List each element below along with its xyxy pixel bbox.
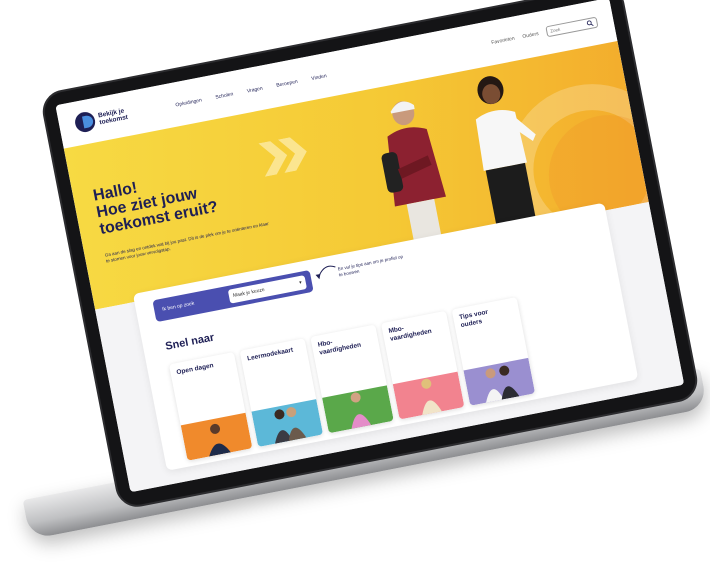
nav-item-vinden[interactable]: Vinden (311, 73, 327, 82)
nav-item-vragen[interactable]: Vragen (246, 86, 263, 95)
search-input[interactable]: Zoek (545, 16, 599, 38)
quicklink-card-leermodekaart[interactable]: Leermodekaart (239, 338, 324, 448)
product-mockup: Bekijk je toekomst Opleidingen Scholen V… (0, 0, 710, 542)
nav-item-beroepen[interactable]: Beroepen (276, 79, 298, 89)
utility-nav: Favorieten Ouders Zoek (490, 16, 599, 48)
favorites-link[interactable]: Favorieten (491, 35, 515, 45)
site-logo[interactable]: Bekijk je toekomst (73, 103, 136, 134)
quicklink-card-hbo-vaardigheden[interactable]: Hbo- vaardigheden (310, 324, 394, 434)
search-icon[interactable] (586, 19, 594, 27)
cta-label: Ik ben op zoek (161, 300, 195, 313)
card-label: Hbo- vaardigheden (317, 338, 362, 357)
logo-text: Bekijk je toekomst (97, 107, 129, 127)
card-label: Open dagen (175, 362, 215, 377)
card-label: Leermodekaart (246, 346, 294, 363)
nav-item-scholen[interactable]: Scholen (215, 91, 234, 100)
quicklink-card-mbo-vaardigheden[interactable]: Mbo- vaardigheden (380, 310, 465, 420)
search-placeholder: Zoek (549, 26, 561, 34)
parents-link[interactable]: Ouders (522, 30, 539, 39)
card-label: Tips voor ouders (458, 308, 489, 329)
nav-item-opleidingen[interactable]: Opleidingen (175, 97, 202, 108)
choice-dropdown-value: Maak je keuze (232, 286, 266, 299)
hero-photo-student-girl (475, 76, 537, 232)
card-label: Mbo- vaardigheden (387, 325, 433, 343)
chevron-down-icon: ▾ (298, 279, 303, 287)
hero-photo-student-boy (381, 101, 446, 248)
logo-icon (73, 110, 97, 134)
